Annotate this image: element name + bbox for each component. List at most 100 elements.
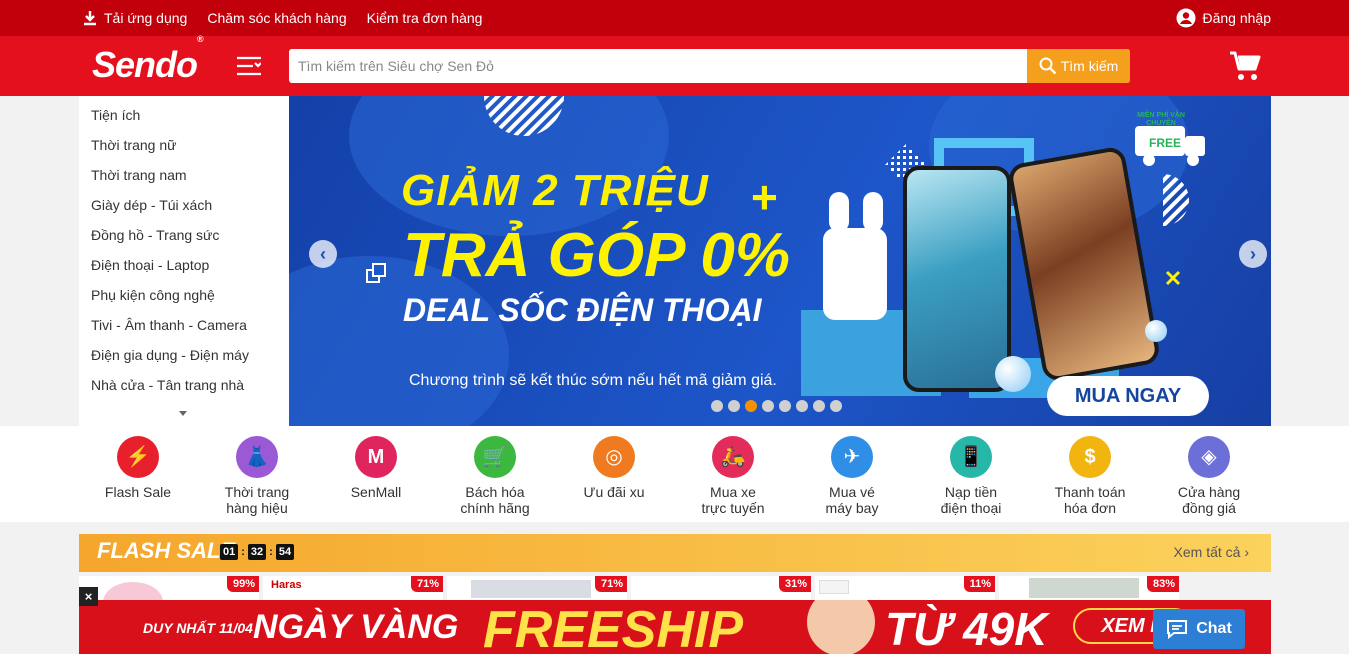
quick-links-bar: ⚡ Flash Sale 👗 Thời trang hàng hiệu M SenMa… <box>0 426 1349 522</box>
banner-dot[interactable] <box>711 400 723 412</box>
airpod-left-icon <box>829 192 849 232</box>
quick-link-brand-fashion[interactable]: 👗 Thời trang hàng hiệu <box>198 436 316 516</box>
banner-next-button[interactable]: › <box>1239 240 1267 268</box>
bubble-decor <box>995 356 1031 392</box>
quick-link-flight-tickets[interactable]: ✈ Mua vé máy bay <box>793 436 911 516</box>
header: Sendo® Tìm kiếm <box>0 34 1349 96</box>
login-label: Đăng nhập <box>1202 10 1271 26</box>
sidebar-item-nha-cua[interactable]: Nhà cửa - Tân trang nhà <box>79 370 289 400</box>
freeship-promo-banner[interactable]: DUY NHẤT 11/04 NGÀY VÀNG FREESHIP TỪ 49K… <box>79 600 1271 654</box>
see-all-label: Xem tất cả <box>1173 544 1241 560</box>
banner-headline-installment: TRẢ GÓP 0% <box>403 221 790 290</box>
airpods-icon <box>823 228 887 320</box>
banner-dot[interactable] <box>813 400 825 412</box>
category-sidebar: Tiện ích Thời trang nữ Thời trang nam Gi… <box>79 96 289 426</box>
phone-topup-icon: 📱 <box>950 436 992 478</box>
buy-now-button[interactable]: MUA NGAY <box>1047 376 1209 416</box>
countdown-minutes: 32 <box>247 544 267 560</box>
square-decor-icon <box>366 263 386 283</box>
logo-registered-mark: ® <box>197 34 204 44</box>
x-decor-icon <box>1165 270 1181 286</box>
grocery-cart-icon: 🛒 <box>474 436 516 478</box>
sidebar-item-giay-dep[interactable]: Giày dép - Túi xách <box>79 190 289 220</box>
download-app-label: Tải ứng dụng <box>104 10 188 26</box>
banner-plus: + <box>751 171 778 223</box>
banner-dot[interactable] <box>830 400 842 412</box>
login-link[interactable]: Đăng nhập <box>1176 0 1271 36</box>
discount-badge: 11% <box>963 576 995 592</box>
quick-link-phone-topup[interactable]: 📱 Nạp tiền điện thoại <box>912 436 1030 516</box>
see-all-link[interactable]: Xem tất cả › <box>1174 544 1249 560</box>
top-bar: Tải ứng dụng Chăm sóc khách hàng Kiểm tr… <box>0 0 1349 36</box>
search-button[interactable]: Tìm kiếm <box>1027 49 1130 83</box>
banner-dot[interactable] <box>728 400 740 412</box>
banner-dot[interactable] <box>779 400 791 412</box>
customer-care-link[interactable]: Chăm sóc khách hàng <box>207 10 346 26</box>
banner-note: Chương trình sẽ kết thúc sớm nếu hết mã … <box>409 372 777 389</box>
quick-link-label: Mua xe trực tuyến <box>701 484 765 516</box>
sidebar-item-thoi-trang-nam[interactable]: Thời trang nam <box>79 160 289 190</box>
banner-prev-button[interactable]: ‹ <box>309 240 337 268</box>
stripe-decor-icon <box>484 96 564 136</box>
quick-link-senmall[interactable]: M SenMall <box>317 436 435 500</box>
logo-text: Sendo <box>92 44 198 85</box>
quick-link-bill-payment[interactable]: $ Thanh toán hóa đơn <box>1031 436 1149 516</box>
free-badge-label: FREE <box>1149 136 1182 150</box>
check-order-link[interactable]: Kiểm tra đơn hàng <box>367 10 483 26</box>
close-promo-button[interactable]: × <box>79 587 98 606</box>
chat-button[interactable]: Chat <box>1153 609 1245 649</box>
search-button-label: Tìm kiếm <box>1060 58 1119 74</box>
sendo-logo[interactable]: Sendo® <box>92 34 204 86</box>
sidebar-item-dien-thoai[interactable]: Điện thoại - Laptop <box>79 250 289 280</box>
search-input[interactable] <box>289 49 1027 83</box>
product-image <box>1029 578 1139 598</box>
chat-icon <box>1167 620 1188 639</box>
quick-link-label: Cửa hàng đồng giá <box>1177 484 1241 516</box>
free-shipping-label: MIỄN PHÍ VẬN CHUYỂN <box>1137 112 1185 127</box>
sidebar-item-dien-gia-dung[interactable]: Điện gia dụng - Điện máy <box>79 340 289 370</box>
chevron-right-icon: › <box>1244 544 1249 560</box>
product-brand: Haras <box>271 579 302 591</box>
sidebar-item-dong-ho[interactable]: Đồng hồ - Trang sức <box>79 220 289 250</box>
quick-link-same-price-store[interactable]: ◈ Cửa hàng đồng giá <box>1150 436 1268 516</box>
discount-badge: 71% <box>594 576 627 592</box>
download-app-link[interactable]: Tải ứng dụng <box>82 10 187 26</box>
search-icon <box>1039 57 1057 75</box>
search-bar: Tìm kiếm <box>289 49 1130 83</box>
motorbike-icon: 🛵 <box>712 436 754 478</box>
flash-sale-countdown: 01 : 32 : 54 <box>220 544 295 560</box>
banner-headline-deal: DEAL SỐC ĐIỆN THOẠI <box>403 292 762 328</box>
sidebar-item-tien-ich[interactable]: Tiện ích <box>79 100 289 130</box>
sidebar-item-tivi[interactable]: Tivi - Âm thanh - Camera <box>79 310 289 340</box>
quick-link-label: Thanh toán hóa đơn <box>1054 484 1126 516</box>
quick-link-grocery[interactable]: 🛒 Bách hóa chính hãng <box>436 436 554 516</box>
countdown-separator: : <box>241 546 245 558</box>
quick-link-label: Flash Sale <box>104 484 172 500</box>
quick-link-label: SenMall <box>350 484 402 500</box>
cart-icon[interactable] <box>1228 50 1262 82</box>
quick-link-buy-motorbike[interactable]: 🛵 Mua xe trực tuyến <box>674 436 792 516</box>
banner-headline-discount: GIẢM 2 TRIỆU <box>401 166 709 215</box>
quick-link-coin-offers[interactable]: ◎ Ưu đãi xu <box>555 436 673 500</box>
banner-dot[interactable] <box>796 400 808 412</box>
banner-dot[interactable] <box>762 400 774 412</box>
bill-payment-icon: $ <box>1069 436 1111 478</box>
banner-dot-active[interactable] <box>745 400 757 412</box>
sidebar-item-phu-kien[interactable]: Phụ kiện công nghệ <box>79 280 289 310</box>
brand-fashion-icon: 👗 <box>236 436 278 478</box>
coin-icon: ◎ <box>593 436 635 478</box>
category-menu-icon[interactable] <box>237 56 261 76</box>
quick-link-flash-sale[interactable]: ⚡ Flash Sale <box>79 436 197 500</box>
sidebar-item-thoi-trang-nu[interactable]: Thời trang nữ <box>79 130 289 160</box>
flash-sale-bar: FLASH SALE 01 : 32 : 54 Xem tất cả › <box>79 534 1271 572</box>
discount-badge: 99% <box>226 576 259 592</box>
phone-galaxy-icon <box>903 166 1011 392</box>
airplane-ticket-icon: ✈ <box>831 436 873 478</box>
promo-golden-day: NGÀY VÀNG <box>253 608 459 646</box>
sidebar-more-arrow-icon[interactable] <box>179 411 187 416</box>
countdown-hours: 01 <box>220 544 239 560</box>
same-price-store-icon: ◈ <box>1188 436 1230 478</box>
hero-banner[interactable]: GIẢM 2 TRIỆU + TRẢ GÓP 0% DEAL SỐC ĐIỆN … <box>289 96 1271 426</box>
airpod-right-icon <box>863 192 883 232</box>
senmall-icon: M <box>355 436 397 478</box>
